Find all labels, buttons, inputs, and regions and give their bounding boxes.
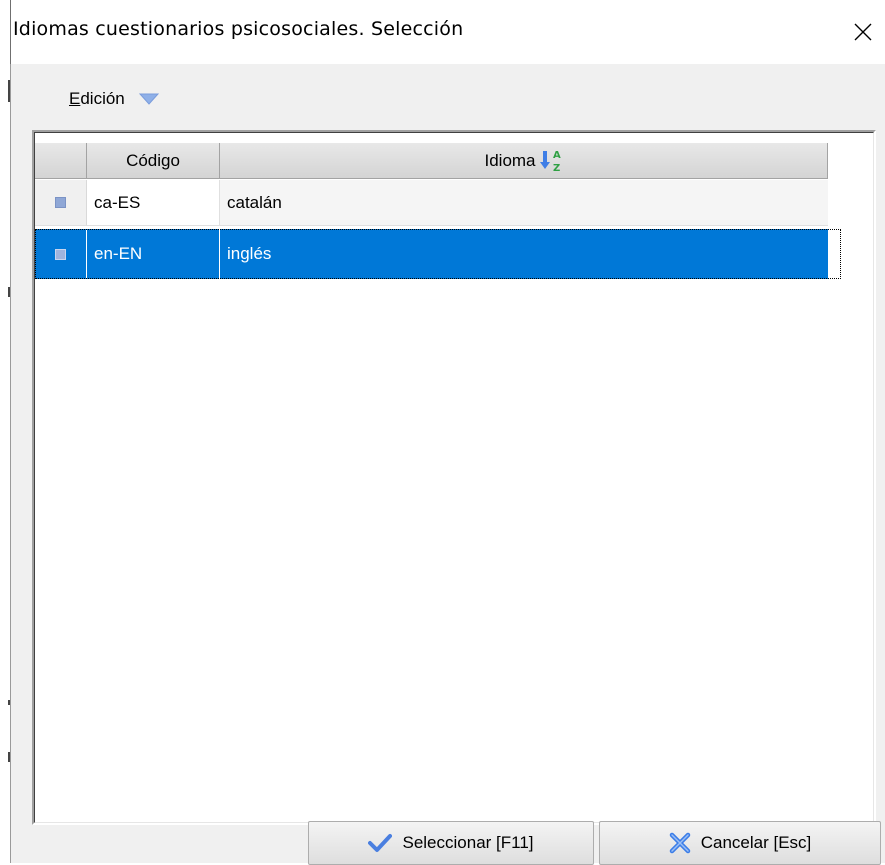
cancel-x-icon — [669, 832, 691, 854]
menu-label-rest: dición — [80, 89, 125, 108]
cell-codigo[interactable]: ca-ES — [87, 180, 220, 226]
row-indicator[interactable] — [35, 229, 87, 279]
row-marker-icon — [55, 197, 66, 208]
background-window-edge — [0, 0, 10, 863]
column-header-label: Idioma — [484, 150, 536, 170]
close-icon — [854, 23, 872, 41]
cell-idioma[interactable]: inglés — [220, 229, 828, 279]
column-header-label: Código — [126, 150, 180, 170]
menu-edicion[interactable]: Edición — [69, 88, 159, 110]
cell-codigo[interactable]: en-EN — [87, 229, 220, 279]
window-title: Idiomas cuestionarios psicosociales. Sel… — [13, 18, 464, 40]
sort-ascending-az-icon: A Z — [539, 148, 563, 174]
svg-text:Z: Z — [553, 163, 560, 174]
grid-viewport: Código Idioma A Z ca-ES catalán en-EN in… — [34, 132, 874, 823]
menu-edicion-label: Edición — [69, 89, 125, 109]
column-header-codigo[interactable]: Código — [87, 143, 220, 179]
select-button[interactable]: Seleccionar [F11] — [308, 821, 594, 865]
column-header-indicator[interactable] — [35, 143, 87, 179]
column-header-idioma[interactable]: Idioma A Z — [220, 143, 828, 179]
cancel-button[interactable]: Cancelar [Esc] — [599, 821, 881, 865]
select-button-label: Seleccionar [F11] — [402, 833, 534, 852]
dialog-body: Edición Código Idioma A Z ca-ES catalán … — [10, 64, 885, 865]
language-grid[interactable]: Código Idioma A Z ca-ES catalán en-EN in… — [32, 130, 876, 825]
cancel-button-label: Cancelar [Esc] — [700, 833, 812, 852]
row-marker-icon — [55, 248, 66, 260]
svg-text:A: A — [553, 150, 561, 161]
selection-dialog: Idiomas cuestionarios psicosociales. Sel… — [10, 0, 885, 865]
title-bar[interactable]: Idiomas cuestionarios psicosociales. Sel… — [10, 0, 885, 64]
close-button[interactable] — [841, 10, 885, 54]
chevron-down-icon[interactable] — [138, 90, 159, 110]
button-bar: Seleccionar [F11] Cancelar [Esc] — [11, 811, 885, 865]
cell-idioma[interactable]: catalán — [220, 180, 828, 226]
menu-accelerator: E — [69, 89, 81, 108]
checkmark-icon — [368, 833, 393, 853]
row-indicator[interactable] — [35, 180, 87, 226]
menu-bar: Edición — [11, 64, 885, 126]
